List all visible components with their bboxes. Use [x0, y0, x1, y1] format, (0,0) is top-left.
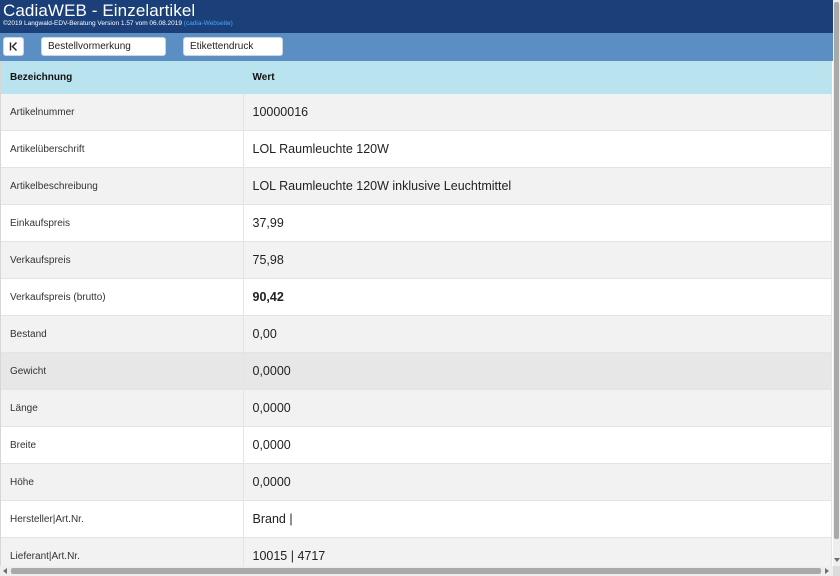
- row-value: 0,0000: [243, 389, 832, 427]
- horizontal-scrollbar[interactable]: [0, 566, 833, 576]
- vertical-scrollbar[interactable]: [833, 0, 840, 576]
- article-detail-panel: Bezeichnung Wert Artikelnummer 10000016 …: [0, 61, 832, 566]
- row-label: Verkaufspreis: [1, 241, 244, 279]
- table-row: Artikelbeschreibung LOL Raumleuchte 120W…: [1, 167, 832, 205]
- first-record-button[interactable]: [3, 37, 24, 56]
- table-row: Artikelüberschrift LOL Raumleuchte 120W: [1, 130, 832, 168]
- row-label: Artikelüberschrift: [1, 130, 244, 168]
- table-row: Verkaufspreis (brutto) 90,42: [1, 278, 832, 316]
- row-value: 0,00: [243, 315, 832, 353]
- row-value: 0,0000: [243, 352, 832, 390]
- row-label: Gewicht: [1, 352, 244, 390]
- table-row: Länge 0,0000: [1, 389, 832, 427]
- row-label: Hersteller|Art.Nr.: [1, 500, 244, 538]
- horizontal-scrollbar-thumb[interactable]: [11, 568, 821, 574]
- row-value: 10015 | 4717: [243, 537, 832, 566]
- table-row: Breite 0,0000: [1, 426, 832, 464]
- row-label: Bestand: [1, 315, 244, 353]
- scroll-down-arrow-icon[interactable]: [834, 558, 840, 562]
- toolbar: Bestellvormerkung Etikettendruck: [0, 33, 833, 61]
- article-table: Bezeichnung Wert Artikelnummer 10000016 …: [1, 61, 832, 566]
- row-label: Breite: [1, 426, 244, 464]
- table-row: Hersteller|Art.Nr. Brand |: [1, 500, 832, 538]
- row-label: Artikelnummer: [1, 94, 244, 131]
- column-header-wert: Wert: [243, 61, 832, 94]
- table-row: Verkaufspreis 75,98: [1, 241, 832, 279]
- row-value: LOL Raumleuchte 120W inklusive Leuchtmit…: [243, 167, 832, 205]
- scroll-right-arrow-icon[interactable]: [825, 568, 829, 574]
- scroll-left-arrow-icon[interactable]: [3, 568, 7, 574]
- table-header-row: Bezeichnung Wert: [1, 61, 832, 94]
- row-value: Brand |: [243, 500, 832, 538]
- table-row: Lieferant|Art.Nr. 10015 | 4717: [1, 537, 832, 566]
- bestellvormerkung-button[interactable]: Bestellvormerkung: [41, 37, 166, 56]
- row-value: 10000016: [243, 94, 832, 131]
- page-title: CadiaWEB - Einzelartikel: [3, 1, 196, 20]
- vertical-scrollbar-thumb[interactable]: [834, 2, 839, 539]
- table-row: Artikelnummer 10000016: [1, 94, 832, 131]
- copyright-text: ©2019 Langwald-EDV-Beratung Version 1.57…: [3, 20, 233, 28]
- row-value: 0,0000: [243, 463, 832, 501]
- etikettendruck-button[interactable]: Etikettendruck: [183, 37, 283, 56]
- table-row: Höhe 0,0000: [1, 463, 832, 501]
- skip-to-first-icon: [9, 42, 17, 51]
- row-value: LOL Raumleuchte 120W: [243, 130, 832, 168]
- row-label: Höhe: [1, 463, 244, 501]
- row-label: Artikelbeschreibung: [1, 167, 244, 205]
- row-value: 90,42: [243, 278, 832, 316]
- table-row: Gewicht 0,0000: [1, 352, 832, 390]
- row-value: 0,0000: [243, 426, 832, 464]
- row-value: 37,99: [243, 204, 832, 242]
- row-label: Verkaufspreis (brutto): [1, 278, 244, 316]
- column-header-bezeichnung: Bezeichnung: [1, 61, 244, 94]
- copyright-label: ©2019 Langwald-EDV-Beratung Version 1.57…: [3, 20, 182, 27]
- app-header: CadiaWEB - Einzelartikel ©2019 Langwald-…: [0, 0, 833, 33]
- website-link[interactable]: (cadia-Webseite): [184, 20, 233, 27]
- row-value: 75,98: [243, 241, 832, 279]
- scrollbar-corner: [833, 566, 840, 576]
- table-row: Einkaufspreis 37,99: [1, 204, 832, 242]
- row-label: Lieferant|Art.Nr.: [1, 537, 244, 566]
- row-label: Einkaufspreis: [1, 204, 244, 242]
- row-label: Länge: [1, 389, 244, 427]
- table-row: Bestand 0,00: [1, 315, 832, 353]
